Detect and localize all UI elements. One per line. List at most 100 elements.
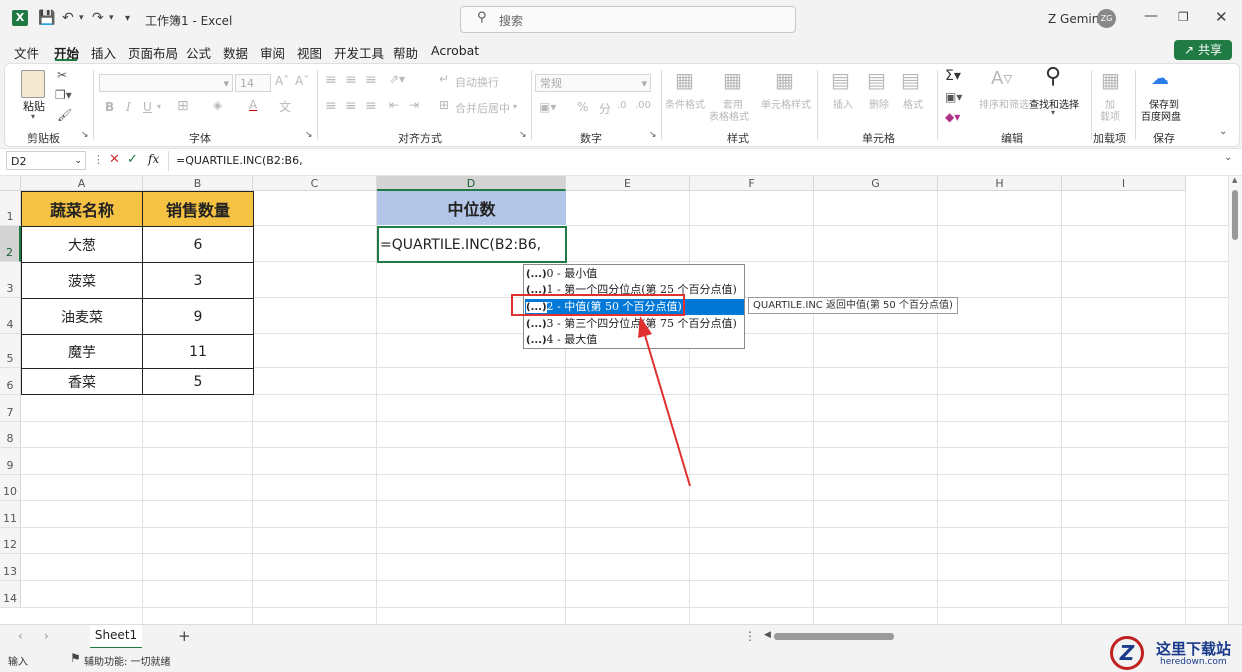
menu-insert[interactable]: 插入 — [91, 43, 116, 62]
decrease-decimal-icon[interactable]: .00 — [635, 100, 651, 111]
minimize-icon[interactable]: — — [1144, 8, 1158, 24]
comma-icon[interactable]: 分 — [599, 100, 611, 117]
paste-dropdown-icon[interactable]: ▾ — [31, 112, 35, 121]
formula-input[interactable]: =QUARTILE.INC(B2:B6, — [176, 154, 303, 167]
cell-b3[interactable]: 3 — [142, 262, 254, 299]
wrap-text-icon[interactable]: ↵ — [439, 72, 449, 86]
column-header[interactable]: G — [814, 176, 938, 191]
row-header[interactable]: 8 — [0, 422, 21, 448]
search-box[interactable]: ⚲ 搜索 — [460, 6, 796, 33]
conditional-format-button[interactable]: 条件格式 — [665, 96, 705, 111]
menu-file[interactable]: 文件 — [14, 43, 39, 62]
column-header[interactable]: F — [690, 176, 814, 191]
row-header[interactable]: 6 — [0, 368, 21, 395]
column-header[interactable]: B — [143, 176, 253, 191]
cell-b6[interactable]: 5 — [142, 368, 254, 395]
merge-dropdown-icon[interactable]: ▾ — [513, 102, 517, 111]
insert-function-icon[interactable]: fx — [148, 152, 159, 166]
horizontal-scroll-thumb[interactable] — [774, 633, 894, 640]
format-table-icon[interactable]: ▦ — [723, 68, 742, 92]
row-header[interactable]: 5 — [0, 334, 21, 368]
column-header[interactable]: A — [21, 176, 143, 191]
format-table-button-line2[interactable]: 表格格式 — [709, 108, 749, 123]
align-middle-icon[interactable]: ≡ — [345, 72, 357, 88]
sort-filter-icon[interactable]: A▿ — [991, 68, 1012, 89]
paste-icon[interactable] — [21, 70, 45, 98]
row-header[interactable]: 3 — [0, 262, 21, 298]
menu-review[interactable]: 审阅 — [260, 43, 285, 62]
format-cells-button[interactable]: 格式 — [903, 96, 923, 111]
addins-icon[interactable]: ▦ — [1101, 68, 1120, 92]
phonetic-icon[interactable]: 文 — [279, 98, 291, 115]
underline-dropdown-icon[interactable]: ▾ — [157, 102, 161, 111]
increase-font-icon[interactable]: Aˆ — [275, 74, 289, 88]
font-color-icon[interactable]: A — [249, 98, 257, 112]
format-painter-icon[interactable]: 🖌 — [57, 108, 72, 122]
scroll-left-icon[interactable]: ◀ — [764, 630, 771, 640]
font-size-combo[interactable]: 14 — [235, 74, 271, 92]
avatar[interactable]: ZG — [1097, 9, 1116, 28]
redo-icon[interactable]: ↷ — [92, 10, 104, 26]
alignment-launcher-icon[interactable]: ↘ — [519, 130, 527, 140]
column-header[interactable]: H — [938, 176, 1062, 191]
cut-icon[interactable]: ✂ — [57, 68, 67, 82]
row-header[interactable]: 14 — [0, 581, 21, 608]
worksheet-grid[interactable]: ABCDEFGHI 1 2 3 4 5 6 7 8 9 10 11 12 13 14 蔬菜名称 销售数量 … — [0, 176, 1242, 624]
orientation-icon[interactable]: ⇗▾ — [389, 72, 405, 86]
menu-page-layout[interactable]: 页面布局 — [128, 43, 178, 62]
header-cell-vegetable[interactable]: 蔬菜名称 — [21, 191, 143, 227]
column-header[interactable]: C — [253, 176, 377, 191]
align-top-icon[interactable]: ≡ — [325, 72, 337, 88]
autosum-icon[interactable]: Σ▾ — [945, 68, 961, 84]
format-cells-icon[interactable]: ▤ — [901, 68, 920, 92]
share-button[interactable]: ↗ 共享 — [1174, 40, 1232, 60]
merge-center-icon[interactable]: ⊞ — [439, 98, 449, 112]
row-header[interactable]: 13 — [0, 554, 21, 581]
menu-view[interactable]: 视图 — [297, 43, 322, 62]
cell-a4[interactable]: 油麦菜 — [21, 298, 143, 335]
cell-a6[interactable]: 香菜 — [21, 368, 143, 395]
column-header[interactable]: D — [377, 176, 566, 191]
find-select-icon[interactable]: ⚲ — [1045, 64, 1061, 89]
cell-b5[interactable]: 11 — [142, 334, 254, 369]
menu-formulas[interactable]: 公式 — [186, 43, 211, 62]
addins-button-line2[interactable]: 载项 — [1100, 108, 1120, 123]
menu-acrobat[interactable]: Acrobat — [431, 43, 479, 58]
underline-icon[interactable]: U — [143, 100, 152, 114]
save-icon[interactable]: 💾 — [38, 10, 55, 26]
clipboard-launcher-icon[interactable]: ↘ — [81, 130, 89, 140]
conditional-format-icon[interactable]: ▦ — [675, 68, 694, 92]
border-icon[interactable]: ⊞ — [177, 98, 189, 114]
customize-qat-icon[interactable]: ▾ — [125, 13, 130, 24]
cell-styles-button[interactable]: 单元格样式 — [761, 96, 811, 111]
row-header[interactable]: 12 — [0, 528, 21, 554]
prev-sheet-icon[interactable]: ‹ — [18, 629, 23, 643]
vertical-scroll-thumb[interactable] — [1232, 190, 1238, 240]
cell-a5[interactable]: 魔芋 — [21, 334, 143, 369]
bold-icon[interactable]: B — [105, 100, 114, 114]
redo-dropdown-icon[interactable]: ▾ — [109, 13, 114, 23]
restore-icon[interactable]: ❐ — [1178, 10, 1189, 24]
font-name-combo[interactable]: ▾ — [99, 74, 233, 92]
cell-a2[interactable]: 大葱 — [21, 226, 143, 263]
row-header[interactable]: 1 — [0, 191, 21, 226]
menu-data[interactable]: 数据 — [223, 43, 248, 62]
decrease-indent-icon[interactable]: ⇤ — [389, 98, 399, 112]
cell-b4[interactable]: 9 — [142, 298, 254, 335]
cell-styles-icon[interactable]: ▦ — [775, 68, 794, 92]
delete-cells-icon[interactable]: ▤ — [867, 68, 886, 92]
cell-a3[interactable]: 菠菜 — [21, 262, 143, 299]
expand-formula-icon[interactable]: ⌄ — [1224, 152, 1232, 163]
undo-icon[interactable]: ↶ — [62, 10, 74, 26]
row-header[interactable]: 7 — [0, 395, 21, 422]
align-bottom-icon[interactable]: ≡ — [365, 72, 377, 88]
align-right-icon[interactable]: ≡ — [365, 98, 377, 114]
clear-icon[interactable]: ◆▾ — [945, 110, 960, 124]
fill-color-icon[interactable]: ◈ — [213, 98, 222, 112]
next-sheet-icon[interactable]: › — [44, 629, 49, 643]
wrap-text-button[interactable]: 自动换行 — [455, 74, 499, 90]
column-header[interactable]: E — [566, 176, 690, 191]
column-header[interactable]: I — [1062, 176, 1186, 191]
add-sheet-icon[interactable]: + — [178, 627, 191, 645]
delete-cells-button[interactable]: 删除 — [869, 96, 889, 111]
